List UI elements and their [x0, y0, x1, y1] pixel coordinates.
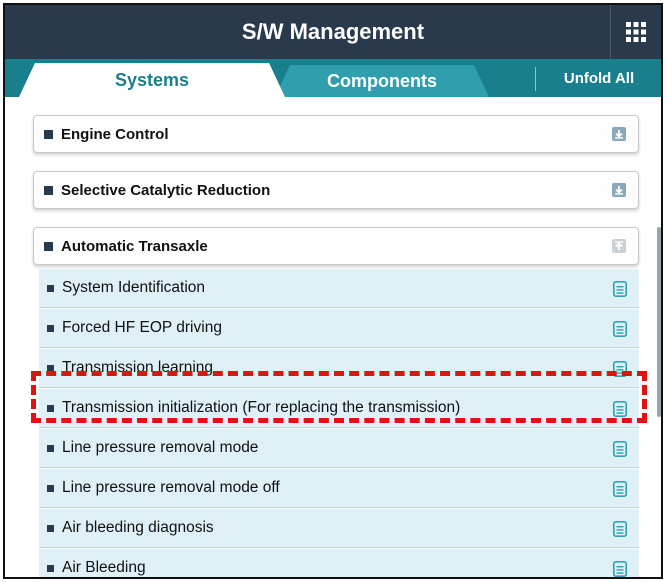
grid-menu-button[interactable]	[610, 5, 661, 59]
expand-down-icon[interactable]	[612, 127, 626, 141]
bullet-icon	[47, 484, 54, 492]
title-bar: S/W Management	[5, 5, 661, 59]
list-item[interactable]: System Identification	[39, 269, 639, 308]
bullet-icon	[47, 564, 54, 572]
window-title: S/W Management	[241, 19, 425, 44]
app-window: S/W Management Components Systems Unfold…	[3, 3, 663, 579]
list-item-label: Transmission learning	[62, 359, 214, 376]
group-automatic-transaxle[interactable]: Automatic Transaxle	[33, 227, 639, 265]
bullet-icon	[47, 364, 54, 372]
document-icon[interactable]	[613, 521, 627, 537]
systems-list: Engine Control Selective Catalytic Reduc…	[5, 97, 661, 577]
bullet-icon	[44, 129, 53, 139]
group-label: Automatic Transaxle	[61, 237, 208, 255]
document-icon[interactable]	[613, 481, 627, 497]
bullet-icon	[44, 185, 53, 195]
list-item[interactable]: Transmission initialization (For replaci…	[39, 389, 639, 428]
bullet-icon	[44, 241, 53, 251]
list-item[interactable]: Air Bleeding	[39, 549, 639, 577]
document-icon[interactable]	[613, 561, 627, 577]
bullet-icon	[47, 404, 54, 412]
tab-divider	[535, 67, 536, 91]
list-item-label: Air bleeding diagnosis	[62, 519, 214, 536]
bullet-icon	[47, 324, 54, 332]
scrollbar[interactable]	[657, 227, 661, 417]
group-label: Engine Control	[61, 125, 169, 143]
document-icon[interactable]	[613, 441, 627, 457]
unfold-all-label: Unfold All	[563, 69, 635, 87]
list-item-label: Line pressure removal mode off	[62, 479, 280, 496]
list-item[interactable]: Line pressure removal mode off	[39, 469, 639, 508]
list-item[interactable]: Line pressure removal mode	[39, 429, 639, 468]
list-item-label: Line pressure removal mode	[62, 439, 259, 456]
list-item[interactable]: Air bleeding diagnosis	[39, 509, 639, 548]
bullet-icon	[47, 524, 54, 532]
collapse-up-icon[interactable]	[612, 239, 626, 253]
document-icon[interactable]	[613, 281, 627, 297]
grid-menu-icon	[626, 22, 646, 42]
tab-systems[interactable]: Systems	[19, 63, 285, 97]
list-item[interactable]: Transmission learning	[39, 349, 639, 388]
tab-components[interactable]: Components	[275, 65, 489, 97]
document-icon[interactable]	[613, 401, 627, 417]
tab-systems-label: Systems	[114, 69, 190, 90]
document-icon[interactable]	[613, 361, 627, 377]
group-label: Selective Catalytic Reduction	[61, 181, 271, 199]
unfold-all-button[interactable]: Unfold All	[537, 59, 661, 97]
tab-components-label: Components	[327, 70, 437, 91]
list-item-label: Air Bleeding	[62, 559, 146, 576]
group-engine-control[interactable]: Engine Control	[33, 115, 639, 153]
list-item-label: Forced HF EOP driving	[62, 319, 222, 336]
list-item-label: Transmission initialization (For replaci…	[62, 399, 461, 416]
group-selective-catalytic-reduction[interactable]: Selective Catalytic Reduction	[33, 171, 639, 209]
list-item[interactable]: Forced HF EOP driving	[39, 309, 639, 348]
document-icon[interactable]	[613, 321, 627, 337]
bullet-icon	[47, 444, 54, 452]
list-item-label: System Identification	[62, 279, 206, 296]
bullet-icon	[47, 284, 54, 292]
expand-down-icon[interactable]	[612, 183, 626, 197]
tab-bar: Components Systems Unfold All	[5, 59, 661, 97]
